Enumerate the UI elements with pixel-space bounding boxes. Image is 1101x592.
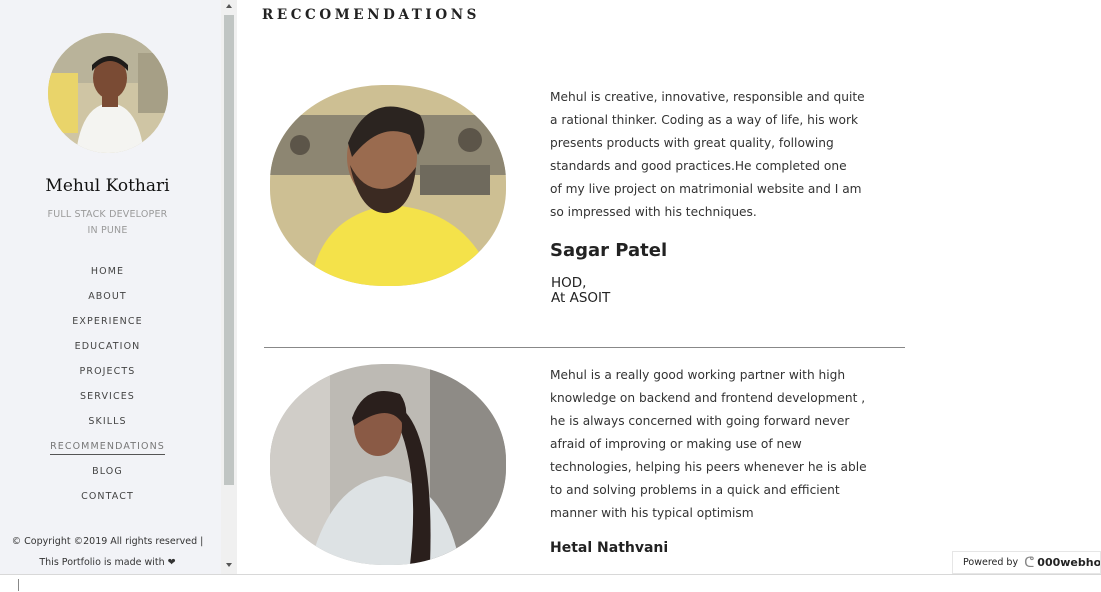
powered-by-badge[interactable]: Powered by ᕦ 000webhost — [952, 551, 1101, 574]
nav-item-education[interactable]: EDUCATION — [0, 335, 215, 360]
nav-label[interactable]: CONTACT — [81, 491, 134, 502]
recommendation-text: Mehul is a really good working partner w… — [550, 364, 870, 525]
nav-item-recommendations[interactable]: RECOMMENDATIONS — [0, 435, 215, 460]
nav-item-home[interactable]: HOME — [0, 260, 215, 285]
recommendation-line: of my live project on matrimonial websit… — [550, 182, 862, 196]
recommendation-line: knowledge on backend and frontend develo… — [550, 391, 866, 405]
nav-label[interactable]: PROJECTS — [80, 366, 136, 377]
recommendation-line: so impressed with his techniques. — [550, 205, 757, 219]
powered-label: Powered by — [963, 557, 1019, 568]
recommendation-line: Mehul is creative, innovative, responsib… — [550, 90, 865, 104]
horizontal-scrollbar[interactable] — [0, 574, 1101, 592]
nav-label[interactable]: BLOG — [92, 466, 123, 477]
nav-item-contact[interactable]: CONTACT — [0, 485, 215, 510]
profile-name: Mehul Kothari — [45, 176, 170, 196]
nav-label[interactable]: SKILLS — [88, 416, 126, 427]
nav-label[interactable]: EDUCATION — [75, 341, 141, 352]
profile-avatar — [48, 33, 168, 153]
scrollbar-thumb[interactable] — [224, 15, 234, 485]
profile-subtitle: FULL STACK DEVELOPER IN PUNE — [0, 207, 215, 239]
recommender-name: Sagar Patel — [550, 240, 668, 261]
nav-label[interactable]: ABOUT — [88, 291, 127, 302]
nav-item-about[interactable]: ABOUT — [0, 285, 215, 310]
recommender-role-line1: HOD, — [551, 275, 587, 291]
recommender-photo — [270, 364, 506, 565]
nav-label[interactable]: RECOMMENDATIONS — [50, 441, 165, 455]
powered-brand: 000webhost — [1037, 556, 1101, 569]
recommender-role-line2: At ASOIT — [551, 290, 611, 306]
recommendation-line: a rational thinker. Coding as a way of l… — [550, 113, 859, 127]
nav-item-experience[interactable]: EXPERIENCE — [0, 310, 215, 335]
recommendation-line: afraid of improving or making use of new — [550, 437, 802, 451]
recommender-name: Hetal Nathvani — [550, 540, 669, 556]
scroll-up-arrow-icon[interactable] — [226, 4, 232, 8]
section-divider — [264, 347, 905, 348]
profile-subtitle-line2: IN PUNE — [87, 225, 128, 236]
sidebar-scrollbar[interactable] — [221, 0, 237, 574]
recommender-role: HOD, At ASOIT — [551, 276, 610, 306]
copyright-line1: © Copyright ©2019 All rights reserved | — [11, 536, 204, 547]
copyright: © Copyright ©2019 All rights reserved | … — [0, 531, 215, 573]
recommender-photo — [270, 85, 506, 286]
section-title: RECCOMENDATIONS — [262, 7, 480, 23]
scrollbar-tick — [18, 579, 19, 591]
nav-label[interactable]: HOME — [91, 266, 124, 277]
nav-item-blog[interactable]: BLOG — [0, 460, 215, 485]
scroll-down-arrow-icon[interactable] — [226, 563, 232, 567]
recommendation-line: he is always concerned with going forwar… — [550, 414, 850, 428]
nav-item-skills[interactable]: SKILLS — [0, 410, 215, 435]
recommendation-line: to and solving problems in a quick and e… — [550, 483, 840, 497]
recommendation-text: Mehul is creative, innovative, responsib… — [550, 86, 870, 224]
nav-label[interactable]: EXPERIENCE — [72, 316, 142, 327]
nav-item-services[interactable]: SERVICES — [0, 385, 215, 410]
recommendation-line: technologies, helping his peers whenever… — [550, 460, 867, 474]
recommendation-line: presents products with great quality, fo… — [550, 136, 834, 150]
recommendation-line: Mehul is a really good working partner w… — [550, 368, 846, 382]
sidebar: Mehul Kothari FULL STACK DEVELOPER IN PU… — [0, 0, 221, 574]
nav-item-projects[interactable]: PROJECTS — [0, 360, 215, 385]
profile-subtitle-line1: FULL STACK DEVELOPER — [47, 209, 168, 220]
sidebar-nav: HOME ABOUT EXPERIENCE EDUCATION PROJECTS… — [0, 260, 215, 510]
recommendation-line: manner with his typical optimism — [550, 506, 754, 520]
nav-label[interactable]: SERVICES — [80, 391, 135, 402]
copyright-line2: This Portfolio is made with ❤ — [39, 557, 176, 568]
webhost-logo-icon: ᕦ — [1024, 554, 1035, 571]
recommendation-line: standards and good practices.He complete… — [550, 159, 847, 173]
